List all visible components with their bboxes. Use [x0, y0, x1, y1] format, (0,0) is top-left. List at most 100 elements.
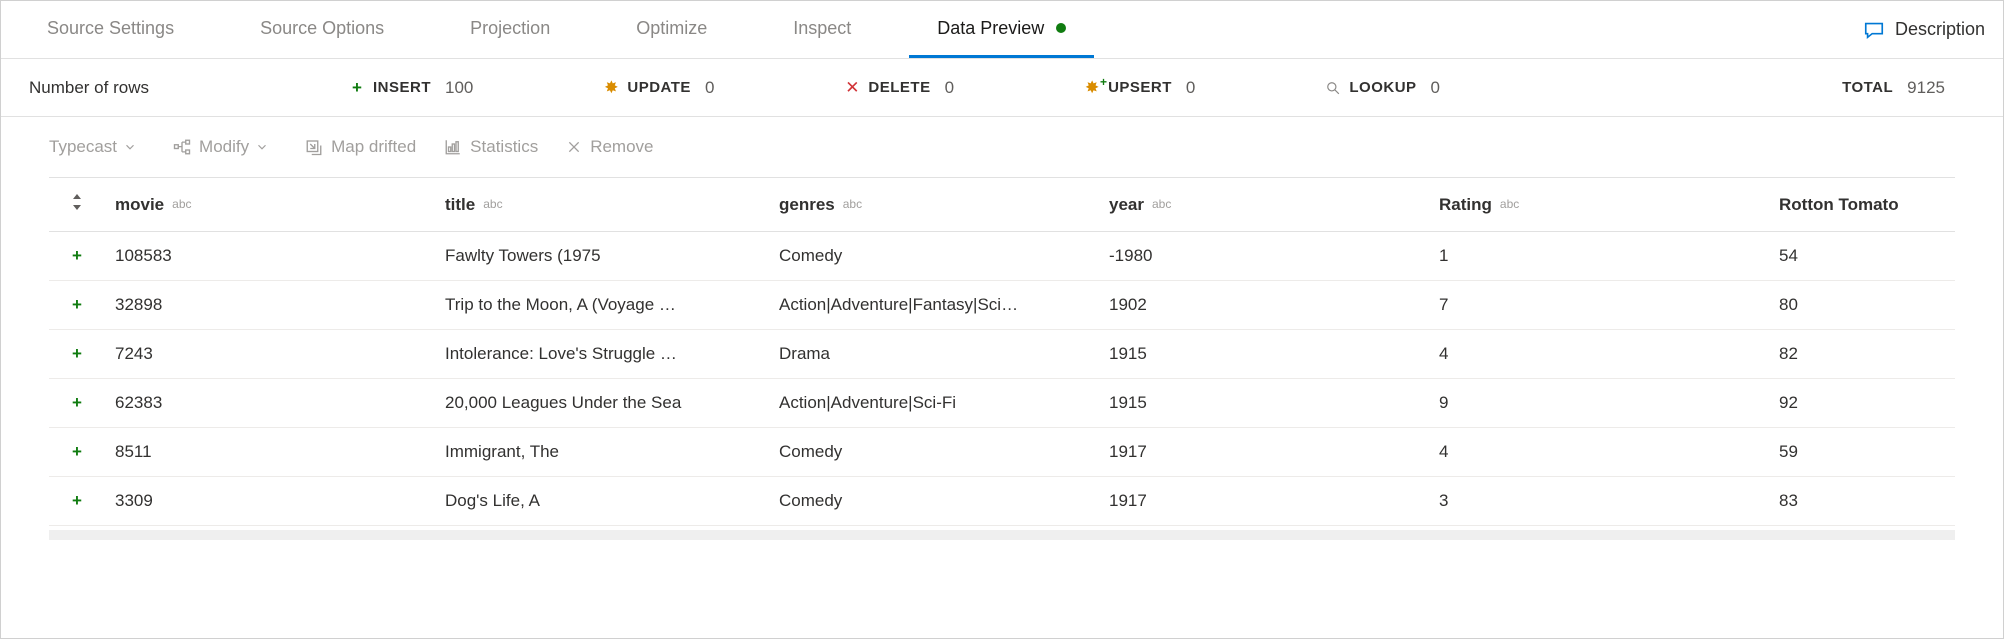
type-tag: abc [1500, 197, 1519, 211]
search-icon [1325, 80, 1341, 96]
type-tag: abc [843, 197, 862, 211]
cell-rating: 7 [1429, 281, 1769, 330]
cell-rating: 4 [1429, 330, 1769, 379]
tab-label: Data Preview [937, 18, 1044, 39]
tab-source-options[interactable]: Source Options [232, 1, 412, 58]
tab-projection[interactable]: Projection [442, 1, 578, 58]
description-label: Description [1895, 19, 1985, 40]
stat-name: LOOKUP [1349, 79, 1416, 96]
modify-label: Modify [199, 137, 249, 157]
cell-rt: 54 [1769, 232, 1955, 281]
tab-label: Optimize [636, 18, 707, 39]
tab-label: Source Options [260, 18, 384, 39]
comment-icon [1863, 19, 1885, 41]
cell-rating: 3 [1429, 477, 1769, 526]
table-row[interactable]: +3309Dog's Life, AComedy1917383 [49, 477, 1955, 526]
cell-year: 1917 [1099, 477, 1429, 526]
map-icon [305, 138, 323, 156]
col-movie[interactable]: movieabc [105, 178, 435, 232]
tab-label: Source Settings [47, 18, 174, 39]
spark-plus-icon: ✸+ [1084, 80, 1100, 96]
tab-inspect[interactable]: Inspect [765, 1, 879, 58]
cell-title: 20,000 Leagues Under the Sea [435, 379, 769, 428]
cell-rating: 9 [1429, 379, 1769, 428]
statistics-button[interactable]: Statistics [444, 137, 538, 157]
col-genres[interactable]: genresabc [769, 178, 1099, 232]
stat-name: UPSERT [1108, 79, 1172, 96]
col-title[interactable]: titleabc [435, 178, 769, 232]
insert-row-icon: + [49, 330, 105, 379]
chevron-down-icon [255, 140, 269, 154]
stat-name: DELETE [868, 79, 930, 96]
cell-genres: Action|Adventure|Sci-Fi [769, 379, 1099, 428]
cell-genres: Comedy [769, 428, 1099, 477]
sort-indicator-icon[interactable] [49, 178, 105, 232]
toolbar: Typecast Modify Map drifted Statistics R… [1, 117, 2003, 177]
stat-value: 0 [1186, 78, 1195, 98]
cell-title: Intolerance: Love's Struggle … [435, 330, 769, 379]
tab-source-settings[interactable]: Source Settings [19, 1, 202, 58]
table-row[interactable]: +32898Trip to the Moon, A (Voyage …Actio… [49, 281, 1955, 330]
cell-title: Trip to the Moon, A (Voyage … [435, 281, 769, 330]
chart-icon [444, 138, 462, 156]
cell-year: 1902 [1099, 281, 1429, 330]
cell-genres: Drama [769, 330, 1099, 379]
stat-lookup: LOOKUP 0 [1325, 78, 1440, 98]
cell-rt: 82 [1769, 330, 1955, 379]
plus-icon: + [349, 80, 365, 96]
table-row[interactable]: +7243Intolerance: Love's Struggle …Drama… [49, 330, 1955, 379]
cell-rating: 4 [1429, 428, 1769, 477]
stat-value: 9125 [1907, 78, 1945, 98]
cell-rt: 92 [1769, 379, 1955, 428]
cell-genres: Comedy [769, 232, 1099, 281]
cell-movie: 62383 [105, 379, 435, 428]
stat-update: ✸ UPDATE 0 [603, 78, 714, 98]
col-year[interactable]: yearabc [1099, 178, 1429, 232]
cell-genres: Comedy [769, 477, 1099, 526]
cell-rt: 80 [1769, 281, 1955, 330]
table-row[interactable]: +8511Immigrant, TheComedy1917459 [49, 428, 1955, 477]
stat-name: TOTAL [1842, 79, 1893, 96]
tab-label: Projection [470, 18, 550, 39]
cell-year: -1980 [1099, 232, 1429, 281]
stat-name: INSERT [373, 79, 431, 96]
cell-movie: 108583 [105, 232, 435, 281]
stat-insert: + INSERT 100 [349, 78, 473, 98]
insert-row-icon: + [49, 281, 105, 330]
cell-title: Dog's Life, A [435, 477, 769, 526]
remove-button[interactable]: Remove [566, 137, 653, 157]
map-drifted-button[interactable]: Map drifted [305, 137, 416, 157]
cell-genres: Action|Adventure|Fantasy|Sci… [769, 281, 1099, 330]
description-link[interactable]: Description [1845, 19, 2003, 41]
stat-value: 0 [705, 78, 714, 98]
table-row[interactable]: +6238320,000 Leagues Under the SeaAction… [49, 379, 1955, 428]
col-rating[interactable]: Ratingabc [1429, 178, 1769, 232]
cell-title: Fawlty Towers (1975 [435, 232, 769, 281]
cell-movie: 8511 [105, 428, 435, 477]
col-rt[interactable]: Rotton Tomato [1769, 178, 1955, 232]
cell-movie: 3309 [105, 477, 435, 526]
cell-rt: 59 [1769, 428, 1955, 477]
type-tag: abc [1152, 197, 1171, 211]
insert-row-icon: + [49, 232, 105, 281]
table-row[interactable]: +108583Fawlty Towers (1975Comedy-1980154 [49, 232, 1955, 281]
tab-label: Inspect [793, 18, 851, 39]
insert-row-icon: + [49, 379, 105, 428]
tab-optimize[interactable]: Optimize [608, 1, 735, 58]
x-icon: ✕ [844, 80, 860, 96]
typecast-label: Typecast [49, 137, 117, 157]
chevron-down-icon [123, 140, 137, 154]
branch-icon [173, 138, 191, 156]
data-table: movieabc titleabc genresabc yearabc Rati… [49, 177, 1955, 526]
modify-button[interactable]: Modify [173, 137, 277, 157]
type-tag: abc [483, 197, 502, 211]
statistics-label: Statistics [470, 137, 538, 157]
remove-label: Remove [590, 137, 653, 157]
cell-year: 1915 [1099, 379, 1429, 428]
insert-row-icon: + [49, 477, 105, 526]
stat-value: 100 [445, 78, 473, 98]
stat-total: TOTAL 9125 [1842, 78, 1945, 98]
typecast-button[interactable]: Typecast [49, 137, 145, 157]
horizontal-scrollbar[interactable] [49, 530, 1955, 540]
tab-data-preview[interactable]: Data Preview [909, 1, 1094, 58]
